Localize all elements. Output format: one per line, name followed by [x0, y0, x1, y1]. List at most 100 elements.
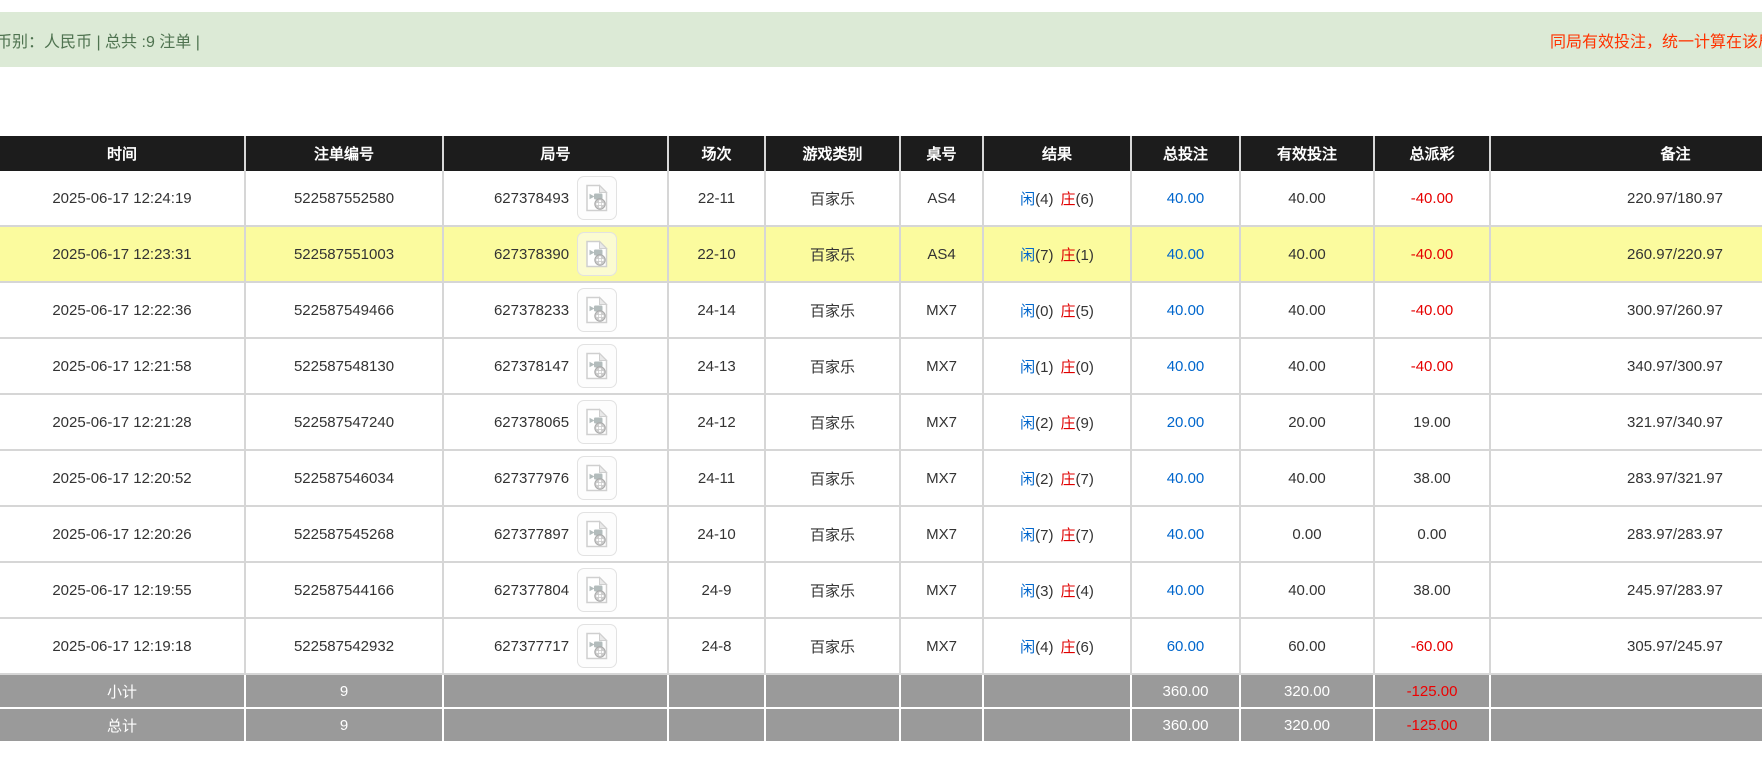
- cell-remark: 260.97/220.97: [1490, 226, 1762, 282]
- total-bet-link[interactable]: 40.00: [1167, 246, 1205, 263]
- col-header-table-id: 桌号: [900, 136, 983, 171]
- result-player-score: (0): [1035, 303, 1053, 320]
- col-header-round: 局号: [443, 136, 668, 171]
- bet-records-table: 时间 注单编号 局号 场次 游戏类别 桌号 结果 总投注 有效投注 总派彩 备注…: [0, 136, 1762, 743]
- video-replay-button[interactable]: [577, 288, 617, 332]
- col-header-payout: 总派彩: [1374, 136, 1490, 171]
- table-row[interactable]: 2025-06-17 12:19:18 522587542932 6273777…: [0, 618, 1762, 674]
- cell-round: 627377804: [443, 562, 668, 618]
- cell-bet-id: 522587544166: [245, 562, 443, 618]
- empty-cell: [765, 708, 900, 742]
- cell-bet-id: 522587542932: [245, 618, 443, 674]
- cell-table-id: AS4: [900, 226, 983, 282]
- table-row[interactable]: 2025-06-17 12:20:52 522587546034 6273779…: [0, 450, 1762, 506]
- grand-total-payout: -125.00: [1374, 708, 1490, 742]
- empty-cell: [668, 674, 765, 708]
- video-replay-button[interactable]: [577, 344, 617, 388]
- cell-result: 闲(7)庄(1): [983, 226, 1131, 282]
- cell-game-type: 百家乐: [765, 282, 900, 338]
- total-bet-link[interactable]: 40.00: [1167, 302, 1205, 319]
- col-header-total-bet: 总投注: [1131, 136, 1240, 171]
- table-row[interactable]: 2025-06-17 12:21:28 522587547240 6273780…: [0, 394, 1762, 450]
- result-player-score: (4): [1035, 191, 1053, 208]
- video-replay-button[interactable]: [577, 176, 617, 220]
- cell-result: 闲(2)庄(9): [983, 394, 1131, 450]
- result-banker-label: 庄: [1061, 359, 1076, 376]
- cell-payout: -60.00: [1374, 618, 1490, 674]
- col-header-session: 场次: [668, 136, 765, 171]
- total-bet-link[interactable]: 20.00: [1167, 414, 1205, 431]
- cell-total-bet: 40.00: [1131, 506, 1240, 562]
- video-replay-icon: [585, 296, 609, 324]
- cell-time: 2025-06-17 12:19:55: [0, 562, 245, 618]
- empty-cell: [983, 674, 1131, 708]
- table-row[interactable]: 2025-06-17 12:19:55 522587544166 6273778…: [0, 562, 1762, 618]
- video-replay-icon: [585, 352, 609, 380]
- video-replay-button[interactable]: [577, 624, 617, 668]
- video-replay-button[interactable]: [577, 512, 617, 556]
- result-banker-score: (7): [1076, 471, 1094, 488]
- result-banker-label: 庄: [1061, 583, 1076, 600]
- cell-round: 627378233: [443, 282, 668, 338]
- subtotal-total-bet: 360.00: [1131, 674, 1240, 708]
- cell-result: 闲(4)庄(6): [983, 171, 1131, 226]
- cell-round: 627377976: [443, 450, 668, 506]
- total-bet-link[interactable]: 40.00: [1167, 470, 1205, 487]
- video-replay-button[interactable]: [577, 456, 617, 500]
- subtotal-payout: -125.00: [1374, 674, 1490, 708]
- video-replay-icon: [585, 520, 609, 548]
- cell-valid-bet: 40.00: [1240, 226, 1374, 282]
- total-bet-link[interactable]: 60.00: [1167, 638, 1205, 655]
- cell-result: 闲(2)庄(7): [983, 450, 1131, 506]
- total-bet-link[interactable]: 40.00: [1167, 582, 1205, 599]
- table-row[interactable]: 2025-06-17 12:21:58 522587548130 6273781…: [0, 338, 1762, 394]
- cell-remark: 300.97/260.97: [1490, 282, 1762, 338]
- video-replay-button[interactable]: [577, 232, 617, 276]
- video-replay-button[interactable]: [577, 400, 617, 444]
- result-player-score: (7): [1035, 527, 1053, 544]
- empty-cell: [983, 708, 1131, 742]
- video-replay-icon: [585, 576, 609, 604]
- cell-valid-bet: 0.00: [1240, 506, 1374, 562]
- result-banker-score: (7): [1076, 527, 1094, 544]
- cell-valid-bet: 40.00: [1240, 450, 1374, 506]
- result-banker-label: 庄: [1061, 415, 1076, 432]
- total-bet-link[interactable]: 40.00: [1167, 358, 1205, 375]
- result-player-label: 闲: [1020, 527, 1035, 544]
- cell-table-id: MX7: [900, 450, 983, 506]
- col-header-game-type: 游戏类别: [765, 136, 900, 171]
- cell-payout: 38.00: [1374, 562, 1490, 618]
- video-replay-icon: [585, 408, 609, 436]
- cell-session: 24-10: [668, 506, 765, 562]
- result-player-score: (2): [1035, 471, 1053, 488]
- result-banker-label: 庄: [1061, 303, 1076, 320]
- round-number: 627377717: [494, 638, 569, 655]
- cell-valid-bet: 40.00: [1240, 562, 1374, 618]
- round-number: 627378233: [494, 302, 569, 319]
- video-replay-button[interactable]: [577, 568, 617, 612]
- col-header-valid-bet: 有效投注: [1240, 136, 1374, 171]
- subtotal-count: 9: [245, 674, 443, 708]
- cell-remark: 283.97/283.97: [1490, 506, 1762, 562]
- cell-session: 24-12: [668, 394, 765, 450]
- cell-table-id: MX7: [900, 338, 983, 394]
- cell-session: 24-11: [668, 450, 765, 506]
- result-banker-label: 庄: [1061, 191, 1076, 208]
- table-row[interactable]: 2025-06-17 12:22:36 522587549466 6273782…: [0, 282, 1762, 338]
- round-number: 627378390: [494, 246, 569, 263]
- cell-payout: 38.00: [1374, 450, 1490, 506]
- empty-cell: [443, 674, 668, 708]
- total-bet-link[interactable]: 40.00: [1167, 190, 1205, 207]
- cell-remark: 220.97/180.97: [1490, 171, 1762, 226]
- video-replay-icon: [585, 464, 609, 492]
- table-row[interactable]: 2025-06-17 12:24:19 522587552580 6273784…: [0, 171, 1762, 226]
- table-row[interactable]: 2025-06-17 12:23:31 522587551003 6273783…: [0, 226, 1762, 282]
- result-player-label: 闲: [1020, 359, 1035, 376]
- total-bet-link[interactable]: 40.00: [1167, 526, 1205, 543]
- cell-table-id: MX7: [900, 562, 983, 618]
- cell-payout: 19.00: [1374, 394, 1490, 450]
- empty-cell: [900, 674, 983, 708]
- table-row[interactable]: 2025-06-17 12:20:26 522587545268 6273778…: [0, 506, 1762, 562]
- round-number: 627378147: [494, 358, 569, 375]
- cell-total-bet: 40.00: [1131, 171, 1240, 226]
